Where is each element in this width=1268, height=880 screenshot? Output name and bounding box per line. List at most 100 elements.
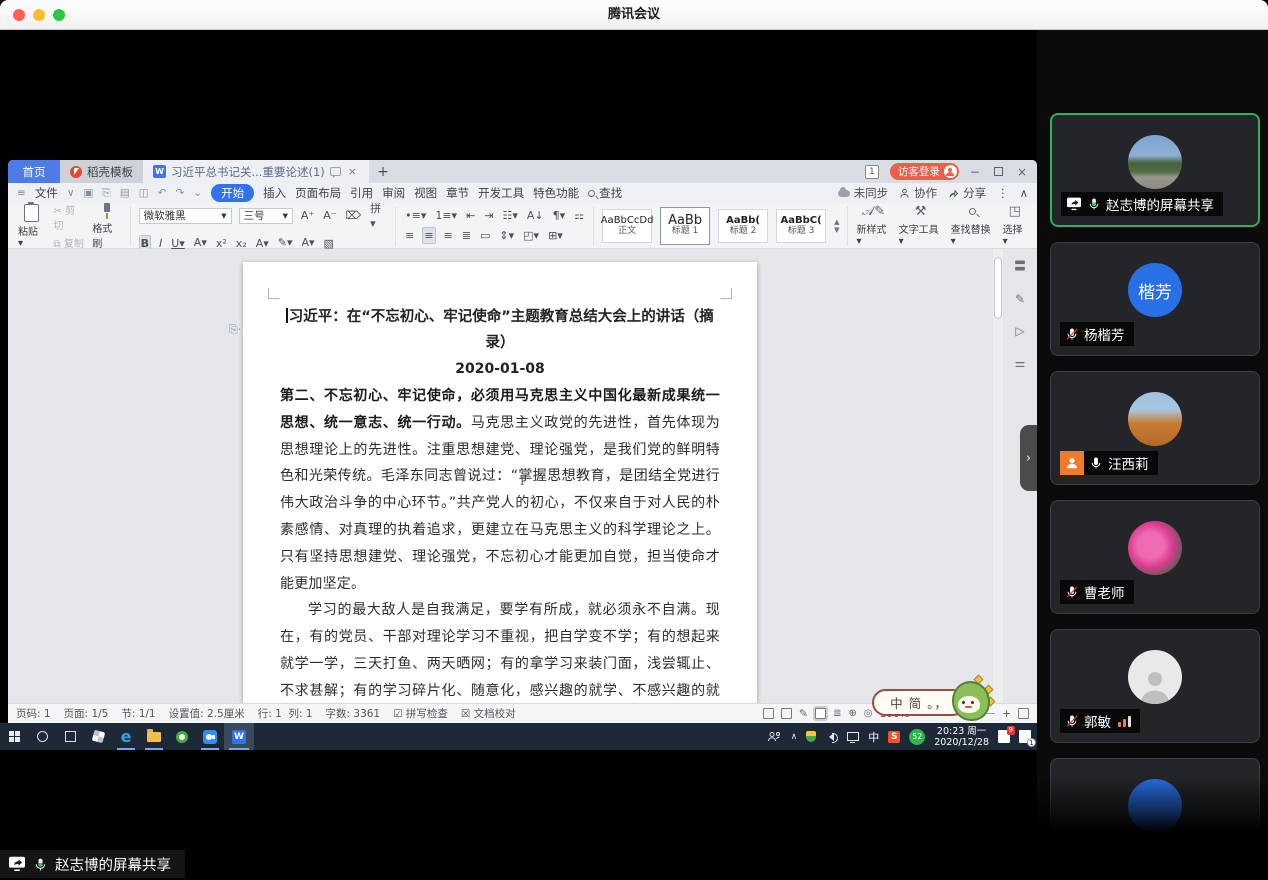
ribbon-tab-section[interactable]: 章节 (446, 185, 469, 201)
sort-button[interactable]: A↓ (526, 208, 545, 223)
participant-tile[interactable]: 汪西莉 (1050, 371, 1260, 485)
find-replace-button[interactable]: 查找替换▾ (951, 205, 995, 247)
cut-button[interactable]: ✂ 剪切 (54, 202, 85, 232)
font-name-select[interactable]: 微软雅黑▾ (139, 208, 232, 224)
ribbon-tab-review[interactable]: 审阅 (382, 185, 405, 201)
decrease-indent-button[interactable]: ⇤ (465, 208, 476, 223)
action-center-icon[interactable]: 1 (1019, 730, 1031, 743)
start-button[interactable] (0, 723, 28, 750)
ribbon-tab-start[interactable]: 开始 (211, 184, 254, 202)
contacts-tray-icon[interactable] (767, 731, 782, 742)
select-button[interactable]: ◳ 选择▾ (1003, 205, 1027, 247)
paragraph-mark-button[interactable]: ¶▾ (552, 208, 567, 223)
align-left-button[interactable]: ≡ (404, 228, 415, 243)
output-icon[interactable]: ⎘ (102, 187, 110, 200)
cortana-button[interactable] (28, 723, 56, 750)
search-menu[interactable]: 查找 (588, 185, 622, 201)
pinwheel-app-button[interactable] (84, 723, 112, 750)
fit-page-icon[interactable] (1018, 708, 1029, 719)
undo-icon[interactable]: ↶ (158, 187, 167, 199)
sync-status[interactable]: 未同步 (838, 185, 889, 201)
tray-expand-icon[interactable]: ∧ (791, 732, 798, 742)
redo-icon[interactable]: ↷ (175, 187, 184, 199)
ime-floating-badge[interactable]: 中 简 。， (872, 675, 992, 729)
paste-button[interactable]: 粘贴 ▾ (18, 204, 46, 249)
participant-tile[interactable]: 曹老师 (1050, 500, 1260, 614)
ribbon-tab-insert[interactable]: 插入 (263, 185, 286, 201)
participant-tile[interactable]: 郭敏 (1050, 629, 1260, 743)
bullets-button[interactable]: •≡▾ (404, 208, 427, 223)
ribbon-tab-features[interactable]: 特色功能 (533, 185, 579, 201)
pinyin-button[interactable]: 拼▾ (369, 201, 387, 231)
window-count-badge[interactable]: 1 (865, 165, 879, 179)
document-page[interactable]: 习近平：在“不忘初心、牢记使命”主题教育总结大会上的讲话（摘录） 2020-01… (243, 262, 757, 703)
margin-comment-icon[interactable]: ⎘· (229, 323, 241, 337)
collapse-ribbon-icon[interactable]: ∧ (1020, 186, 1028, 200)
comment-icon[interactable] (330, 167, 341, 176)
participant-tile-sharer[interactable]: 赵志博的屏幕共享 (1050, 113, 1260, 227)
task-view-button[interactable] (56, 723, 84, 750)
volume-icon[interactable] (825, 733, 834, 741)
security-shield-icon[interactable] (806, 731, 816, 742)
close-window-icon[interactable]: × (1017, 165, 1027, 179)
participant-tile-partial[interactable] (1050, 758, 1260, 872)
shading-button[interactable]: ◰▾ (522, 228, 540, 243)
clear-format-button[interactable]: ⌦ (345, 208, 363, 223)
adjust-sliders-icon[interactable]: ⚌ (1015, 356, 1026, 370)
document-scrollbar[interactable] (993, 249, 1003, 703)
style-normal[interactable]: AaBbCcDd 正文 (602, 209, 652, 243)
line-spacing-button[interactable]: ⇕▾ (498, 228, 515, 243)
wps-taskbar-button[interactable]: W (224, 723, 254, 750)
print-icon[interactable]: ▤ (120, 187, 130, 199)
font-size-select[interactable]: 三号▾ (239, 208, 293, 224)
close-tab-icon[interactable]: × (346, 165, 359, 178)
ribbon-tab-devtools[interactable]: 开发工具 (478, 185, 524, 201)
tab-document[interactable]: W 习近平总书记关...重要论述(1) × (143, 160, 369, 183)
new-tab-button[interactable]: + (369, 160, 397, 183)
more-menu-icon[interactable]: ⋮ (997, 186, 1009, 200)
format-painter-button[interactable]: 格式刷 (92, 203, 121, 250)
side-panel-expander[interactable]: › (1020, 425, 1037, 491)
tab-home[interactable]: 首页 (8, 160, 60, 183)
sogou-ime-icon[interactable]: S (888, 731, 900, 743)
ime-language-indicator[interactable]: 中 (868, 729, 879, 745)
align-center-button[interactable]: ≡ (422, 227, 435, 244)
select-arrow-icon[interactable]: ▷ (1015, 324, 1024, 338)
preview-icon[interactable]: ◫ (139, 187, 149, 199)
ribbon-tab-view[interactable]: 视图 (414, 185, 437, 201)
minimize-window-icon[interactable]: − (970, 165, 980, 179)
new-style-button[interactable]: 𝒜✎ 新样式▾ (856, 205, 890, 247)
write-view-icon[interactable]: ✎ (799, 707, 808, 720)
styles-scroll[interactable]: ▲▼ (834, 218, 839, 234)
style-heading3[interactable]: AaBbC( 标题 3 (776, 209, 826, 243)
grow-font-button[interactable]: A⁺ (300, 208, 315, 223)
restore-window-icon[interactable] (994, 167, 1003, 176)
numbering-button[interactable]: 1≡▾ (434, 208, 458, 223)
text-tool-button[interactable]: ⚒ 文字工具▾ (899, 205, 943, 247)
ruler-toggle-icon[interactable]: 〓 (1014, 257, 1026, 274)
style-heading2[interactable]: AaBb( 标题 2 (718, 209, 768, 243)
style-heading1[interactable]: AaBb 标题 1 (660, 207, 710, 245)
page-view-icon[interactable] (815, 708, 826, 719)
text-layout-button[interactable]: ⚏ (573, 208, 585, 223)
tray-app-badge[interactable]: 52 (909, 729, 925, 745)
ribbon-tab-layout[interactable]: 页面布局 (295, 185, 341, 201)
tab-docer[interactable]: 稻壳模板 (60, 160, 143, 183)
guest-login-button[interactable]: 访客登录 (890, 163, 959, 180)
align-right-button[interactable]: ≡ (443, 228, 454, 243)
increase-indent-button[interactable]: ⇥ (483, 208, 494, 223)
status-wordcount[interactable]: 字数: 3361 (326, 706, 381, 721)
scrollbar-thumb[interactable] (994, 257, 1002, 319)
file-explorer-button[interactable] (140, 723, 168, 750)
hamburger-icon[interactable]: ≡ (17, 187, 26, 199)
borders-button[interactable]: ⊞▾ (547, 228, 564, 243)
outline-view-icon[interactable]: ≣ (833, 708, 841, 719)
justify-button[interactable]: ≣ (461, 228, 472, 243)
participant-tile[interactable]: 楷芳 杨楷芳 (1050, 242, 1260, 356)
edge-button[interactable]: e (112, 723, 140, 750)
fullscreen-view-icon[interactable] (763, 708, 774, 719)
notification-icon[interactable]: 9 (998, 730, 1010, 743)
quick-layout-button[interactable]: ☷▾ (502, 208, 519, 223)
spellcheck-toggle[interactable]: ☑ 拼写检查 (393, 706, 448, 721)
shrink-font-button[interactable]: A⁻ (322, 208, 337, 223)
